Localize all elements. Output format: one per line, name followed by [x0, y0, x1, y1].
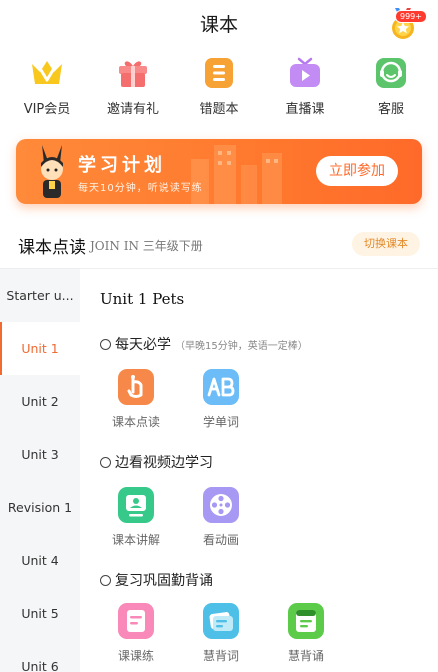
sidebar-item-starter[interactable]: Starter u... — [0, 269, 80, 322]
lecture-screen-icon — [118, 487, 154, 523]
medal-count-badge: 999+ — [395, 10, 427, 23]
menu-label: 邀请有礼 — [106, 102, 159, 117]
bunny-mascot-icon — [41, 145, 63, 198]
film-reel-icon — [203, 487, 239, 523]
feature-recite-words[interactable]: 慧背词 — [191, 602, 251, 664]
menu-item-live[interactable]: 直播课 — [263, 52, 347, 117]
feature-label: 学单词 — [202, 415, 239, 429]
group-title: 每天必学 — [115, 337, 171, 353]
unit-sidebar: Starter u... Unit 1 Unit 2 Unit 3 Revisi… — [0, 269, 80, 672]
gift-icon — [119, 61, 147, 87]
header: 课本 999+ — [0, 0, 438, 44]
textbook-series: JOIN IN — [90, 239, 139, 253]
feature-textbook-lecture[interactable]: 课本讲解 — [106, 486, 166, 548]
mistake-book-icon — [205, 58, 233, 88]
feature-label: 慧背诵 — [287, 649, 324, 663]
menu-label: 错题本 — [199, 102, 239, 117]
bullet-circle-icon — [100, 339, 111, 350]
sidebar-item-unit-6[interactable]: Unit 6 — [0, 640, 80, 672]
join-now-button[interactable]: 立即参加 — [316, 156, 398, 186]
group-note: （早晚15分钟，英语一定棒） — [175, 341, 308, 352]
feature-recite-text[interactable]: 慧背诵 — [276, 602, 336, 664]
customer-service-icon — [376, 58, 406, 88]
menu-label: 直播课 — [285, 102, 325, 117]
menu-item-vip[interactable]: VIP会员 — [5, 52, 89, 117]
group-heading-review: 复习巩固勤背诵 — [100, 570, 213, 590]
sidebar-item-unit-5[interactable]: Unit 5 — [0, 587, 80, 640]
sidebar-item-unit-2[interactable]: Unit 2 — [0, 375, 80, 428]
quick-menu: VIP会员 邀请有礼 错题本 直播课 客服 — [0, 52, 438, 122]
feature-label: 课本讲解 — [111, 533, 160, 547]
page-title: 课本 — [199, 14, 238, 36]
banner-title: 学习计划 — [78, 155, 166, 176]
feature-label: 慧背词 — [202, 649, 239, 663]
live-tv-icon — [290, 57, 320, 87]
feature-label: 课课练 — [117, 649, 154, 663]
feature-learn-words[interactable]: 学单词 — [191, 368, 251, 430]
section-title: 课本点读 — [18, 238, 86, 258]
city-buildings-decoration — [191, 145, 282, 204]
recite-book-icon — [288, 603, 324, 639]
group-title: 复习巩固勤背诵 — [115, 573, 213, 589]
menu-item-customer-service[interactable]: 客服 — [349, 52, 433, 117]
bullet-circle-icon — [100, 457, 111, 468]
feature-watch-animation[interactable]: 看动画 — [191, 486, 251, 548]
word-card-icon — [203, 603, 239, 639]
sidebar-item-unit-1[interactable]: Unit 1 — [0, 322, 80, 375]
menu-label: VIP会员 — [23, 102, 71, 117]
switch-textbook-button[interactable]: 切换课本 — [352, 232, 420, 256]
menu-item-mistake-book[interactable]: 错题本 — [177, 52, 261, 117]
vip-crown-icon — [32, 61, 62, 84]
banner-subtitle: 每天10分钟，听说读写练 — [78, 183, 203, 194]
group-heading-daily: 每天必学 （早晚15分钟，英语一定棒） — [100, 334, 308, 354]
practice-doc-icon — [118, 603, 154, 639]
word-ab-icon — [203, 369, 239, 405]
menu-item-invite[interactable]: 邀请有礼 — [91, 52, 175, 117]
feature-practice[interactable]: 课课练 — [106, 602, 166, 664]
feature-label: 课本点读 — [111, 415, 160, 429]
group-heading-video: 边看视频边学习 — [100, 452, 213, 472]
feature-textbook-read[interactable]: 课本点读 — [106, 368, 166, 430]
sidebar-item-unit-4[interactable]: Unit 4 — [0, 534, 80, 587]
textbook-info: JOIN IN 三年级下册 — [90, 237, 203, 254]
menu-label: 客服 — [377, 102, 404, 117]
sidebar-item-revision-1[interactable]: Revision 1 — [0, 481, 80, 534]
sidebar-item-unit-3[interactable]: Unit 3 — [0, 428, 80, 481]
group-title: 边看视频边学习 — [115, 455, 213, 471]
bullet-circle-icon — [100, 575, 111, 586]
textbook-grade: 三年级下册 — [142, 239, 203, 253]
textbook-point-read-icon — [118, 369, 154, 405]
feature-label: 看动画 — [202, 533, 239, 547]
unit-title: Unit 1 Pets — [100, 290, 185, 308]
study-plan-banner[interactable]: 学习计划 每天10分钟，听说读写练 立即参加 — [16, 139, 422, 204]
